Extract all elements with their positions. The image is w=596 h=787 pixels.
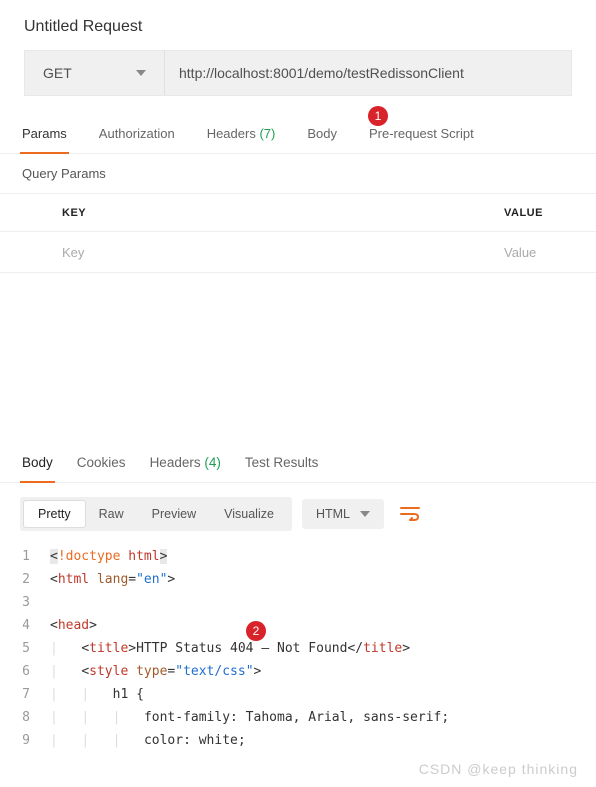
- wrap-icon: [400, 507, 420, 521]
- annotation-badge-2: 2: [246, 621, 266, 641]
- response-toolbar: Pretty Raw Preview Visualize HTML: [0, 483, 596, 545]
- code-line: 5| <title>HTTP Status 404 – Not Found</t…: [20, 637, 596, 660]
- tab-authorization[interactable]: Authorization: [97, 116, 177, 153]
- col-key: KEY: [62, 207, 504, 219]
- tab-resp-headers[interactable]: Headers (4): [148, 443, 223, 482]
- code-line: 1<!doctype html>: [20, 545, 596, 568]
- chevron-down-icon: [136, 70, 146, 76]
- watermark: CSDN @keep thinking: [419, 761, 578, 777]
- language-label: HTML: [316, 507, 350, 521]
- request-title: Untitled Request: [0, 0, 596, 50]
- response-tabs: Body Cookies Headers (4) Test Results: [0, 443, 596, 483]
- code-line: 2<html lang="en">: [20, 568, 596, 591]
- tab-resp-cookies[interactable]: Cookies: [75, 443, 128, 482]
- code-line: 8| | | font-family: Tahoma, Arial, sans-…: [20, 706, 596, 729]
- tab-headers[interactable]: Headers (7): [205, 116, 278, 153]
- view-preview[interactable]: Preview: [138, 501, 210, 527]
- view-raw[interactable]: Raw: [85, 501, 138, 527]
- view-pretty[interactable]: Pretty: [24, 501, 85, 527]
- table-header: KEY VALUE: [0, 194, 596, 232]
- code-line: 3: [20, 591, 596, 614]
- http-method-label: GET: [43, 65, 72, 81]
- response-body-code[interactable]: 1<!doctype html>2<html lang="en">34<head…: [0, 545, 596, 752]
- annotation-badge-1: 1: [368, 106, 388, 126]
- http-method-select[interactable]: GET: [25, 51, 165, 95]
- code-line: 7| | h1 {: [20, 683, 596, 706]
- tab-body[interactable]: Body: [305, 116, 339, 153]
- wrap-lines-button[interactable]: [394, 498, 426, 530]
- url-bar: GET http://localhost:8001/demo/testRedis…: [24, 50, 572, 96]
- query-params-title: Query Params: [0, 154, 596, 193]
- tab-resp-test-results[interactable]: Test Results: [243, 443, 321, 482]
- view-visualize[interactable]: Visualize: [210, 501, 288, 527]
- view-mode-segment: Pretty Raw Preview Visualize: [20, 497, 292, 531]
- chevron-down-icon: [360, 511, 370, 517]
- tab-resp-body[interactable]: Body: [20, 443, 55, 482]
- language-select[interactable]: HTML: [302, 499, 384, 529]
- key-input[interactable]: Key: [62, 245, 504, 260]
- query-params-table: KEY VALUE Key Value: [0, 193, 596, 273]
- col-value: VALUE: [504, 207, 596, 219]
- table-row[interactable]: Key Value: [0, 232, 596, 272]
- tab-params[interactable]: Params: [20, 116, 69, 153]
- code-line: 6| <style type="text/css">: [20, 660, 596, 683]
- request-tabs: ParamsAuthorizationHeaders (7)BodyPre-re…: [0, 116, 596, 154]
- code-line: 4<head>: [20, 614, 596, 637]
- url-input[interactable]: http://localhost:8001/demo/testRedissonC…: [165, 51, 571, 95]
- code-line: 9| | | color: white;: [20, 729, 596, 752]
- value-input[interactable]: Value: [504, 245, 596, 260]
